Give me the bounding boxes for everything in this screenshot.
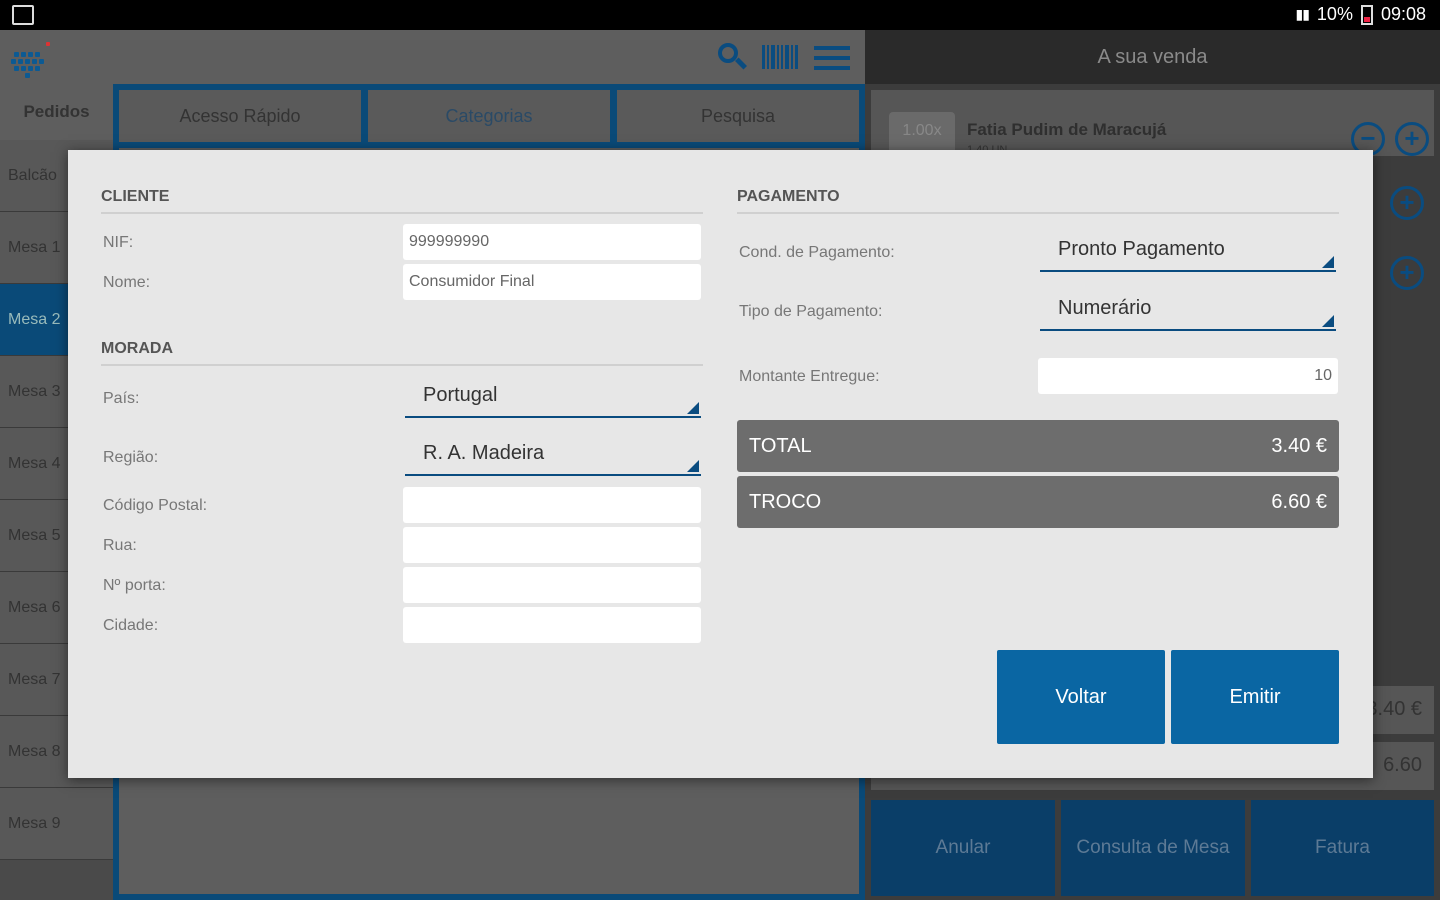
payment-section-title: PAGAMENTO [737,188,1339,214]
region-value: R. A. Madeira [423,442,545,464]
tab-search[interactable]: Pesquisa [615,88,861,144]
payment-type-label: Tipo de Pagamento: [739,303,883,320]
issue-button[interactable]: Emitir [1171,650,1339,744]
menu-icon[interactable] [812,38,852,76]
tab-categories[interactable]: Categorias [366,88,612,144]
city-field[interactable] [403,607,701,643]
country-label: País: [103,390,140,407]
app-bar [0,30,865,84]
postal-code-field[interactable] [403,487,701,523]
payment-condition-select[interactable]: Pronto Pagamento [1040,228,1336,272]
logo-icon [8,38,58,78]
dropdown-arrow-icon [1322,315,1334,327]
region-select[interactable]: R. A. Madeira [405,432,701,476]
amount-delivered-field[interactable] [1038,358,1338,394]
sidebar-header: Pedidos [0,84,113,140]
plus-icon[interactable]: + [1390,256,1424,290]
dropdown-arrow-icon [1322,256,1334,268]
sidebar-item-mesa-9[interactable]: Mesa 9 [0,788,113,860]
change-label: TROCO [749,491,822,513]
total-value: 3.40 € [1271,435,1327,457]
sale-line[interactable]: 1.00x Fatia Pudim de Maracujá 1.40 UN − … [871,90,1434,156]
clock: 09:08 [1380,4,1426,24]
status-bar: ▮▮ 10% 09:08 [0,0,1440,30]
total-bar: TOTAL 3.40 € [737,420,1339,472]
address-section-title: MORADA [101,340,703,366]
dropdown-arrow-icon [687,460,699,472]
dropdown-arrow-icon [687,402,699,414]
amount-delivered-label: Montante Entregue: [739,368,880,385]
plus-icon[interactable]: + [1390,186,1424,220]
sale-change-value: 6.60 [1383,754,1422,776]
tab-quick-access[interactable]: Acesso Rápido [117,88,363,144]
nif-label: NIF: [103,234,134,251]
product-tabs: Acesso Rápido Categorias Pesquisa [113,84,865,148]
country-value: Portugal [423,384,498,406]
qty-badge: 1.00x [889,112,955,150]
name-field[interactable] [403,264,701,300]
payment-condition-label: Cond. de Pagamento: [739,244,895,261]
gallery-notification-icon [12,5,34,25]
barcode-icon[interactable] [760,38,800,76]
payment-condition-value: Pronto Pagamento [1058,238,1225,260]
region-label: Região: [103,449,159,466]
battery-percent: 10% [1316,4,1353,24]
cancel-button[interactable]: Anular [871,800,1055,896]
sale-total-value: 3.40 € [1366,698,1422,720]
city-label: Cidade: [103,617,159,634]
street-field[interactable] [403,527,701,563]
client-section-title: CLIENTE [101,188,703,214]
street-label: Rua: [103,537,137,554]
change-bar: TROCO 6.60 € [737,476,1339,528]
change-value: 6.60 € [1271,491,1327,513]
payment-type-value: Numerário [1058,297,1152,319]
product-name: Fatia Pudim de Maracujá [967,120,1167,139]
door-number-label: Nº porta: [103,577,166,594]
back-button[interactable]: Voltar [997,650,1165,744]
plus-icon[interactable]: + [1395,122,1429,156]
checkout-dialog: CLIENTE NIF: Nome: MORADA País: Portugal… [68,150,1373,778]
door-number-field[interactable] [403,567,701,603]
postal-code-label: Código Postal: [103,497,208,514]
nif-field[interactable] [403,224,701,260]
table-query-button[interactable]: Consulta de Mesa [1061,800,1245,896]
battery-icon [1360,4,1373,25]
search-icon[interactable] [710,38,750,76]
invoice-button[interactable]: Fatura [1251,800,1434,896]
name-label: Nome: [103,274,151,291]
total-label: TOTAL [749,435,812,457]
payment-type-select[interactable]: Numerário [1040,287,1336,331]
signal-icon: ▮▮ [1295,6,1310,22]
sale-title: A sua venda [865,30,1440,84]
country-select[interactable]: Portugal [405,374,701,418]
